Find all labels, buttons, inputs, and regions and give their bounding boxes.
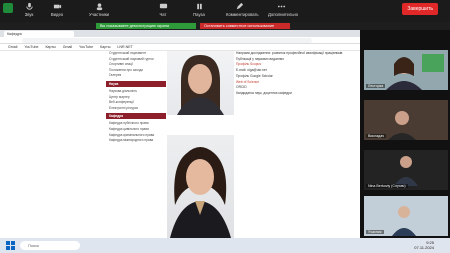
text-paragraph: Кандидатка наук, доцентка кафедри: [236, 90, 292, 95]
video-tile[interactable]: Nina Berkoviy (Слухач): [364, 150, 448, 190]
participant-name: Учасник: [366, 230, 384, 234]
bookmark-item[interactable]: YouTube: [79, 45, 93, 49]
more-label: Дополнительно: [268, 12, 299, 17]
more-icon: [277, 5, 285, 8]
text-paragraph: E-mail: olga@ukr.net: [236, 68, 267, 73]
bookmark-item[interactable]: Карты: [45, 45, 55, 49]
participant-name: Викладач: [366, 134, 387, 138]
address-row: [0, 37, 360, 44]
bookmark-item[interactable]: YouTube: [24, 45, 38, 49]
text-paragraph: Публікації у наукових виданнях: [236, 56, 284, 61]
address-bar[interactable]: [22, 38, 312, 43]
chat-label: Чат: [159, 12, 167, 17]
page-sidebar: Студентський парламент Студентський наук…: [106, 51, 166, 238]
chat-button[interactable]: Чат: [150, 2, 176, 17]
wos-link[interactable]: Web of Science: [236, 80, 358, 84]
taskbar-clock[interactable]: 9:25 07.11.2024: [414, 240, 434, 250]
sidebar-item[interactable]: Кафедра міжнародного права: [106, 138, 166, 144]
mute-button[interactable]: Звук: [16, 2, 42, 17]
more-button[interactable]: Дополнительно: [268, 2, 299, 17]
video-tile[interactable]: Викладач: [364, 100, 448, 140]
video-button[interactable]: Видео: [44, 2, 70, 17]
video-tile[interactable]: Лекторка: [364, 50, 448, 90]
participant-name: Лекторка: [366, 84, 386, 88]
windows-start-icon[interactable]: [6, 241, 15, 250]
microphone-icon: [25, 2, 33, 10]
pause-label: Пауза: [193, 12, 205, 17]
web-page: Студентський парламент Студентський наук…: [0, 51, 360, 238]
person-photo-icon: [177, 55, 224, 115]
participant-name: Nina Berkoviy (Слухач): [366, 184, 408, 188]
text-paragraph: Напрями дослідження: розвиток професійно…: [236, 51, 344, 55]
taskbar-search[interactable]: Поиск: [20, 241, 80, 250]
sidebar-header: Кафедри: [106, 113, 166, 120]
stop-share-button[interactable]: Остановить совместное использование: [200, 23, 290, 29]
browser-window: Кафедра Gmail YouTube Карты Gmail YouTub…: [0, 30, 360, 238]
annotate-label: Комментировать: [226, 12, 259, 17]
profile-photo: [167, 135, 234, 238]
video-tile[interactable]: Учасник: [364, 196, 448, 236]
person-photo-icon: [170, 147, 231, 238]
pause-icon: [196, 3, 202, 10]
end-button[interactable]: Завершить: [402, 3, 438, 15]
bookmark-item[interactable]: Карты: [100, 45, 110, 49]
annotate-button[interactable]: Комментировать: [226, 2, 259, 17]
text-paragraph: Профіль Google Scholar: [236, 73, 273, 78]
mute-label: Звук: [24, 12, 34, 17]
zoom-toolbar: Звук Видео Участники Чат Пауза Комментир…: [0, 0, 450, 22]
chat-icon: [159, 3, 167, 9]
bookmarks-bar: Gmail YouTube Карты Gmail YouTube Карты …: [0, 44, 360, 51]
profile-text: Напрями дослідження: розвиток професійно…: [236, 51, 358, 238]
bookmark-item[interactable]: Gmail: [8, 45, 17, 49]
clock-date: 07.11.2024: [414, 245, 434, 250]
participants-label: Участники: [88, 12, 109, 17]
sidebar-header: Наука: [106, 80, 166, 87]
screen: Звук Видео Участники Чат Пауза Комментир…: [0, 0, 450, 253]
pencil-icon: [236, 2, 243, 10]
participants-gallery: Лекторка Викладач Nina Berkoviy (Слухач): [360, 30, 450, 238]
security-icon[interactable]: [3, 3, 13, 13]
tab-strip: Кафедра: [0, 30, 360, 37]
sidebar-item[interactable]: Електронні ресурси: [106, 106, 166, 112]
pause-share-button[interactable]: Пауза: [186, 2, 212, 17]
bookmark-item[interactable]: LNR.NET: [117, 45, 132, 49]
people-icon: [96, 3, 102, 11]
sharing-indicator: Вы показываете демонстрацию экрана: [96, 23, 196, 29]
video-label: Видео: [50, 12, 64, 17]
profile-photo: [167, 51, 234, 115]
bookmark-item[interactable]: Gmail: [63, 45, 72, 49]
text-paragraph: ORCID: [236, 85, 247, 90]
scopus-link[interactable]: Профіль Scopus: [236, 62, 358, 66]
windows-taskbar: Поиск 9:25 07.11.2024: [0, 238, 450, 253]
sidebar-item[interactable]: Галерея: [106, 73, 166, 79]
participants-button[interactable]: Участники: [86, 2, 112, 17]
camera-icon: [53, 4, 61, 9]
